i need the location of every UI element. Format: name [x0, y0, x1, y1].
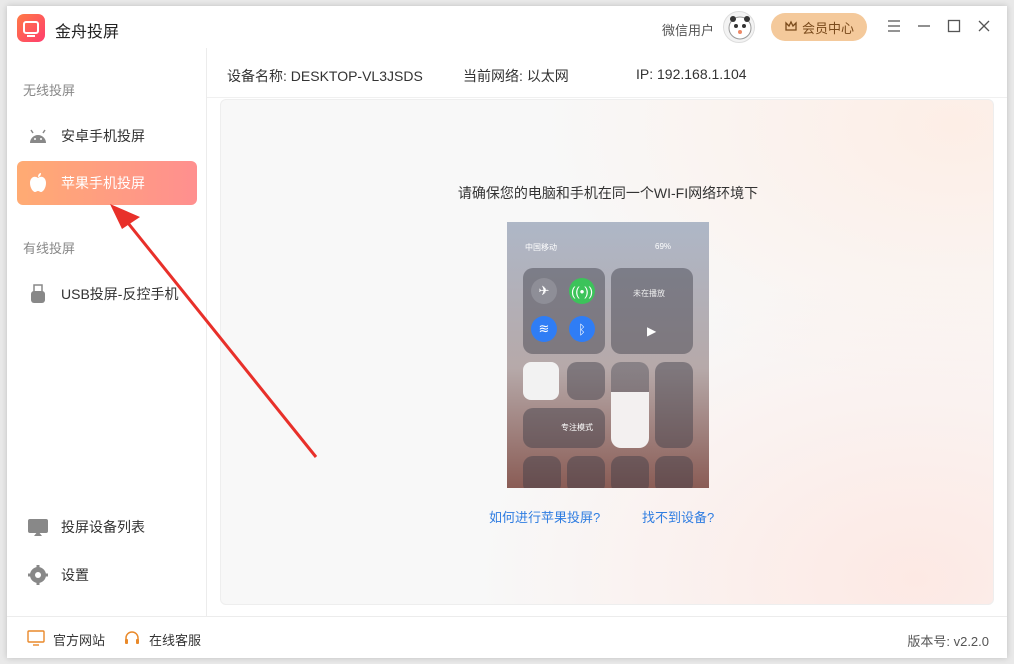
calculator-icon: [611, 456, 649, 488]
main-content-card: 请确保您的电脑和手机在同一个WI-FI网络环境下 中国移动 69% ✈ ((•)…: [220, 99, 994, 605]
battery-text: 69%: [655, 242, 672, 251]
app-logo-icon: [17, 14, 45, 42]
gear-icon: [27, 564, 49, 586]
sidebar-item-label: 投屏设备列表: [61, 519, 145, 535]
title-bar: 金舟投屏 微信用户 会员中心: [7, 6, 1007, 48]
device-info-bar: 设备名称: DESKTOP-VL3JSDS 当前网络: 以太网 IP: 192.…: [207, 48, 1007, 98]
current-network: 当前网络: 以太网: [463, 68, 569, 84]
vip-label: 会员中心: [801, 20, 854, 36]
device-list-icon: [27, 516, 49, 538]
monitor-icon: [27, 630, 45, 649]
phone-control-center-image: 中国移动 69% ✈ ((•)) ≋ ᛒ 未在播放 ▶ 专注模式: [507, 222, 709, 488]
headset-icon: [123, 630, 141, 649]
airplane-icon: ✈: [531, 278, 557, 304]
sidebar-item-android[interactable]: 安卓手机投屏: [17, 114, 197, 158]
minimize-icon[interactable]: [915, 16, 933, 36]
how-to-apple-cast-link[interactable]: 如何进行苹果投屏?: [489, 507, 600, 526]
android-icon: [27, 125, 49, 147]
device-name: 设备名称: DESKTOP-VL3JSDS: [227, 68, 423, 84]
version-text: 版本号: v2.2.0: [907, 634, 989, 649]
website-label: 官方网站: [53, 633, 106, 648]
focus-mode-text: 专注模式: [561, 423, 593, 432]
sidebar-item-label: USB投屏-反控手机: [61, 286, 179, 302]
music-block: 未在播放 ▶: [611, 268, 693, 354]
bluetooth-icon: ᛒ: [569, 316, 595, 342]
ip-address: IP: 192.168.1.104: [636, 66, 747, 82]
online-support-link[interactable]: 在线客服: [123, 630, 201, 649]
connectivity-block: ✈ ((•)) ≋ ᛒ: [523, 268, 605, 354]
sidebar-item-settings[interactable]: 设置: [17, 553, 197, 597]
support-label: 在线客服: [149, 633, 202, 648]
avatar[interactable]: [723, 11, 755, 43]
network-hint: 请确保您的电脑和手机在同一个WI-FI网络环境下: [457, 185, 759, 201]
sidebar-item-apple[interactable]: 苹果手机投屏: [17, 161, 197, 205]
apple-icon: [27, 172, 49, 194]
sidebar-item-label: 设置: [61, 567, 89, 583]
sidebar-item-usb[interactable]: USB投屏-反控手机: [17, 272, 197, 316]
focus-mode-block: 专注模式: [523, 408, 605, 448]
usb-icon: [27, 283, 49, 305]
rotation-lock-icon: [523, 362, 559, 400]
now-playing-text: 未在播放: [633, 289, 665, 298]
user-name[interactable]: 微信用户: [662, 20, 714, 39]
sidebar-item-label: 安卓手机投屏: [61, 128, 145, 144]
bottom-bar: 官方网站 在线客服 版本号: v2.2.0: [7, 616, 1007, 658]
sidebar-item-label: 苹果手机投屏: [61, 175, 145, 191]
crown-icon: [784, 19, 798, 36]
volume-slider: [655, 362, 693, 448]
camera-icon: [655, 456, 693, 488]
menu-icon[interactable]: [885, 16, 903, 36]
play-icon: ▶: [647, 324, 657, 338]
sidebar: 无线投屏 安卓手机投屏 苹果手机投屏 有线投屏 USB投屏-反控手机 投屏设备列: [7, 48, 207, 616]
maximize-icon[interactable]: [945, 16, 963, 36]
timer-icon: [567, 456, 605, 488]
cellular-icon: ((•)): [569, 278, 595, 304]
app-window: 金舟投屏 微信用户 会员中心 无线投屏 安卓手机投屏 苹果手机投屏 有线投屏 U…: [7, 6, 1007, 658]
section-title-wired: 有线投屏: [23, 241, 76, 256]
device-not-found-link[interactable]: 找不到设备?: [642, 507, 714, 526]
carrier-text: 中国移动: [525, 243, 557, 252]
wifi-icon: ≋: [531, 316, 557, 342]
brightness-slider: [611, 362, 649, 448]
close-icon[interactable]: [975, 16, 993, 36]
official-website-link[interactable]: 官方网站: [27, 630, 105, 649]
flashlight-icon: [523, 456, 561, 488]
vip-center-button[interactable]: 会员中心: [771, 13, 867, 41]
section-title-wireless: 无线投屏: [23, 83, 76, 98]
app-title: 金舟投屏: [55, 24, 120, 41]
screen-mirror-icon: [567, 362, 605, 400]
sidebar-item-device-list[interactable]: 投屏设备列表: [17, 505, 197, 549]
